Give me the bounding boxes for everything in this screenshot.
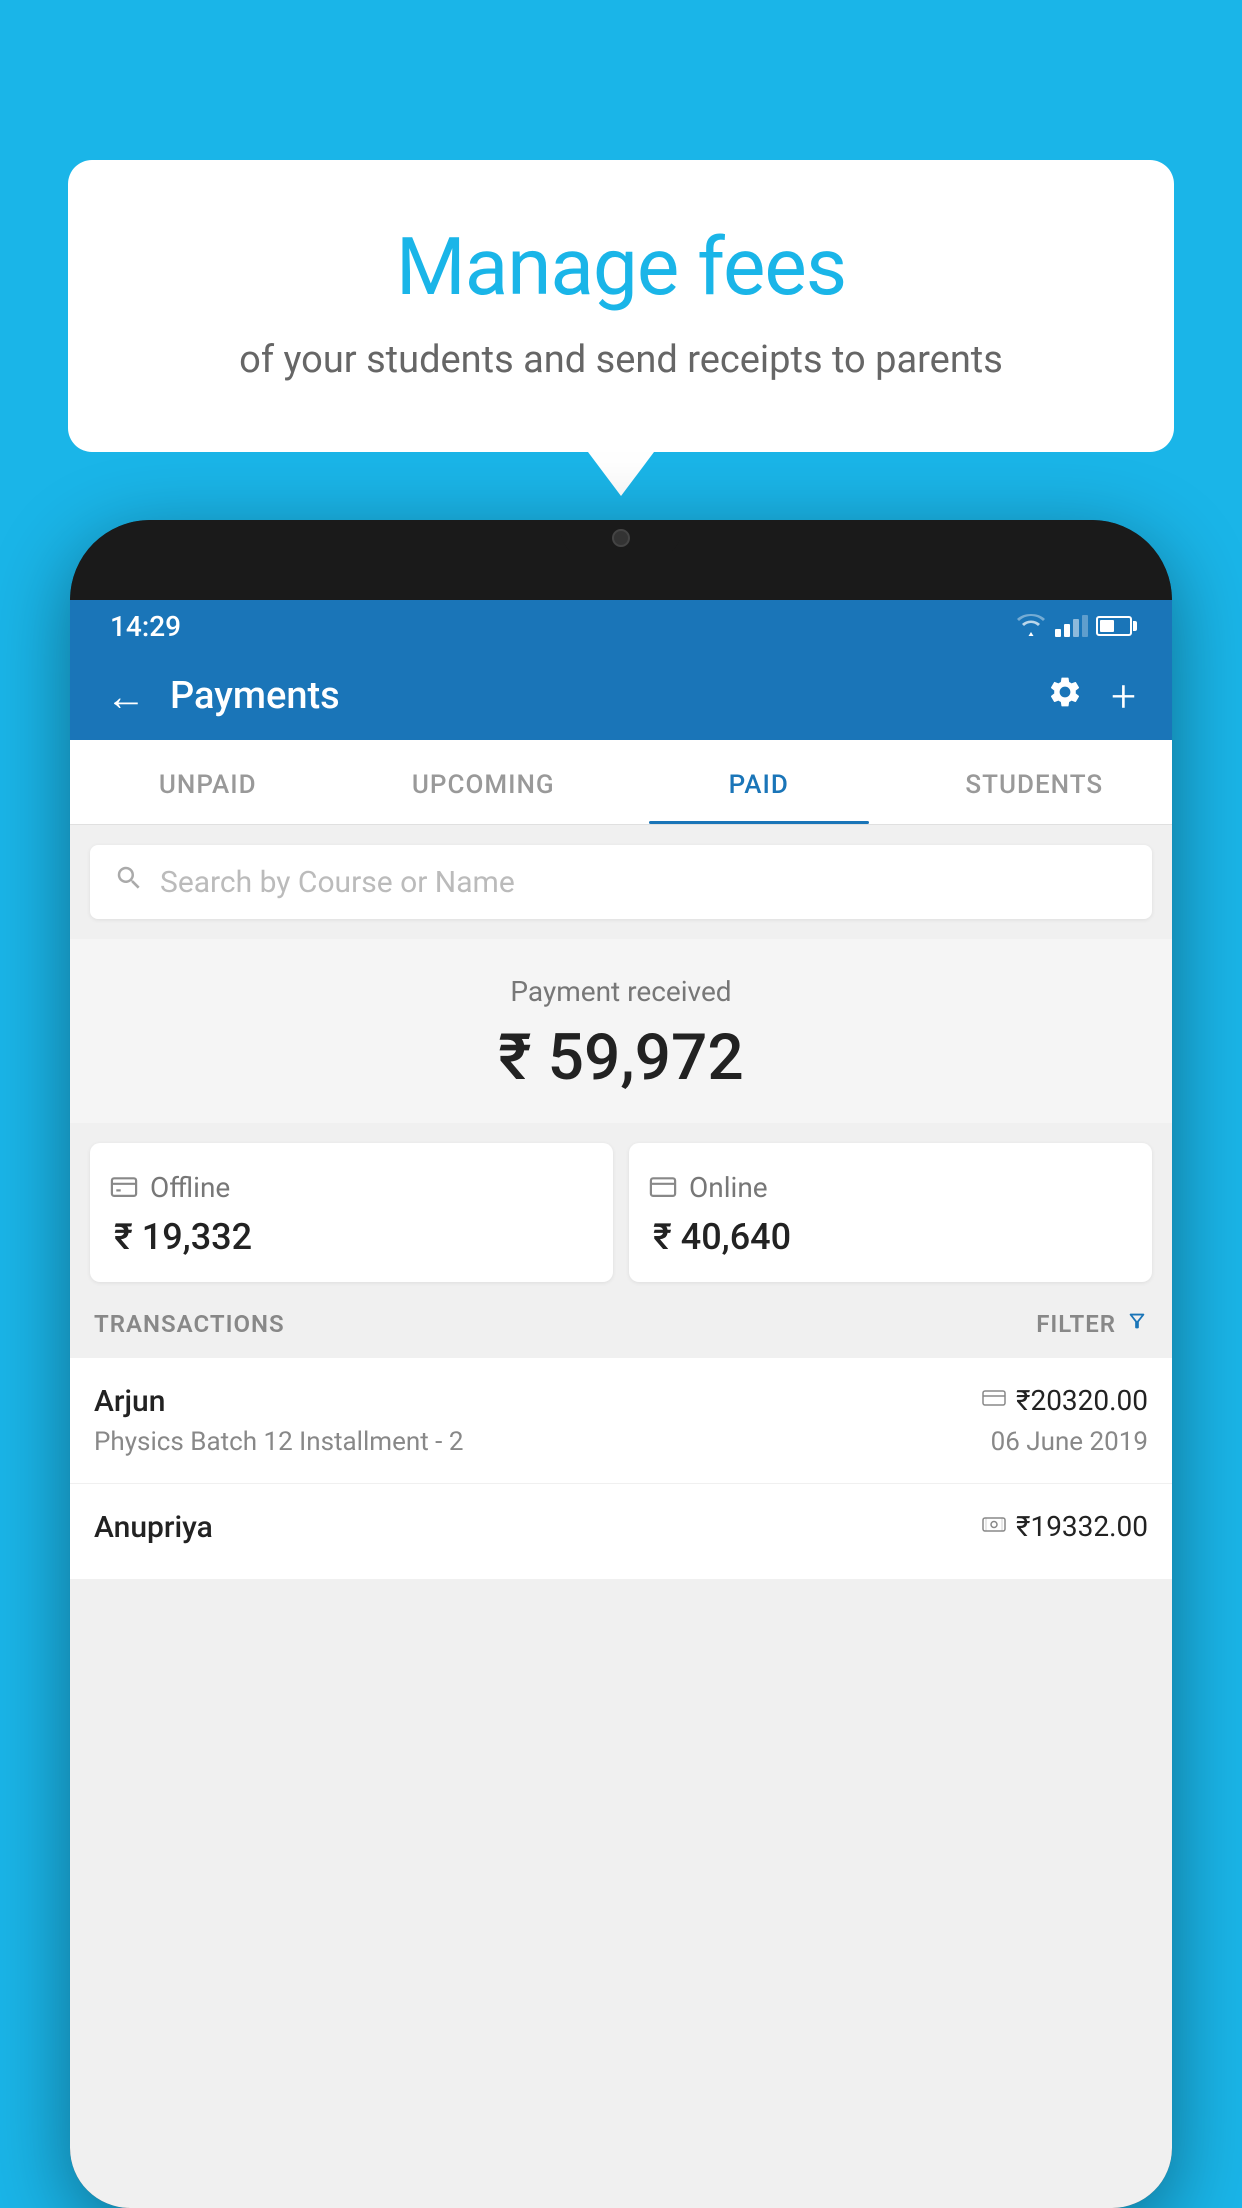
offline-card-header: Offline bbox=[110, 1171, 593, 1204]
phone-top bbox=[70, 520, 1172, 600]
offline-amount: ₹ 19,332 bbox=[110, 1216, 593, 1258]
phone-screen: UNPAID UPCOMING PAID STUDENTS Search by … bbox=[70, 740, 1172, 2208]
speech-bubble: Manage fees of your students and send re… bbox=[68, 160, 1174, 452]
online-card-header: Online bbox=[649, 1171, 1132, 1204]
transaction-list: Arjun ₹20320.00 Physics Batch 12 Install… bbox=[70, 1358, 1172, 1580]
settings-button[interactable] bbox=[1047, 674, 1083, 719]
filter-button[interactable]: FILTER bbox=[1036, 1310, 1148, 1338]
transaction-row-1: Arjun ₹20320.00 bbox=[94, 1384, 1148, 1419]
transactions-label: TRANSACTIONS bbox=[94, 1310, 285, 1338]
transaction-name: Arjun bbox=[94, 1384, 165, 1419]
signal-icon bbox=[1055, 615, 1088, 637]
bubble-subtitle: of your students and send receipts to pa… bbox=[148, 338, 1094, 382]
transaction-date: 06 June 2019 bbox=[991, 1427, 1148, 1457]
status-icons bbox=[1015, 614, 1132, 638]
phone-notch bbox=[561, 520, 681, 556]
search-bar[interactable]: Search by Course or Name bbox=[90, 845, 1152, 919]
search-placeholder: Search by Course or Name bbox=[160, 865, 515, 900]
transactions-header: TRANSACTIONS FILTER bbox=[70, 1282, 1172, 1358]
online-label: Online bbox=[689, 1171, 768, 1204]
transaction-row-2: Anupriya ₹19332.00 bbox=[94, 1510, 1148, 1545]
status-bar: 14:29 bbox=[70, 600, 1172, 652]
online-card: Online ₹ 40,640 bbox=[629, 1143, 1152, 1282]
transaction-amount-wrap-2: ₹19332.00 bbox=[982, 1510, 1148, 1543]
transaction-amount-wrap: ₹20320.00 bbox=[982, 1384, 1148, 1417]
wifi-icon bbox=[1015, 614, 1047, 638]
transaction-amount: ₹20320.00 bbox=[1016, 1384, 1148, 1417]
transaction-amount-2: ₹19332.00 bbox=[1016, 1510, 1148, 1543]
app-header: ← Payments + bbox=[70, 652, 1172, 740]
online-icon bbox=[649, 1171, 677, 1204]
offline-label: Offline bbox=[150, 1171, 230, 1204]
transaction-details-1: Physics Batch 12 Installment - 2 06 June… bbox=[94, 1427, 1148, 1457]
tab-unpaid[interactable]: UNPAID bbox=[70, 740, 346, 824]
tab-paid[interactable]: PAID bbox=[621, 740, 897, 824]
transaction-course: Physics Batch 12 Installment - 2 bbox=[94, 1427, 463, 1457]
transaction-name-2: Anupriya bbox=[94, 1510, 213, 1545]
search-icon bbox=[114, 863, 144, 901]
payment-received-section: Payment received ₹ 59,972 bbox=[70, 939, 1172, 1123]
payment-received-label: Payment received bbox=[90, 975, 1152, 1008]
battery-icon bbox=[1096, 616, 1132, 636]
filter-label: FILTER bbox=[1036, 1310, 1116, 1338]
page-title: Payments bbox=[170, 674, 1023, 718]
speech-bubble-container: Manage fees of your students and send re… bbox=[68, 160, 1174, 452]
add-button[interactable]: + bbox=[1111, 670, 1136, 722]
header-icons: + bbox=[1047, 670, 1136, 722]
offline-icon bbox=[110, 1171, 138, 1204]
back-button[interactable]: ← bbox=[106, 673, 146, 720]
tab-upcoming[interactable]: UPCOMING bbox=[346, 740, 622, 824]
phone-frame: 14:29 ← Payments bbox=[70, 520, 1172, 2208]
filter-icon bbox=[1126, 1310, 1148, 1338]
payment-total-amount: ₹ 59,972 bbox=[90, 1020, 1152, 1095]
status-time: 14:29 bbox=[110, 610, 181, 643]
offline-card: Offline ₹ 19,332 bbox=[90, 1143, 613, 1282]
transaction-card-icon bbox=[982, 1388, 1006, 1413]
online-amount: ₹ 40,640 bbox=[649, 1216, 1132, 1258]
payment-cards: Offline ₹ 19,332 Online ₹ 40,640 bbox=[70, 1123, 1172, 1282]
table-row: Arjun ₹20320.00 Physics Batch 12 Install… bbox=[70, 1358, 1172, 1484]
phone-camera bbox=[612, 529, 630, 547]
tabs-bar: UNPAID UPCOMING PAID STUDENTS bbox=[70, 740, 1172, 825]
table-row: Anupriya ₹19332.00 bbox=[70, 1484, 1172, 1580]
tab-students[interactable]: STUDENTS bbox=[897, 740, 1173, 824]
transaction-cash-icon bbox=[982, 1514, 1006, 1540]
bubble-title: Manage fees bbox=[148, 220, 1094, 314]
